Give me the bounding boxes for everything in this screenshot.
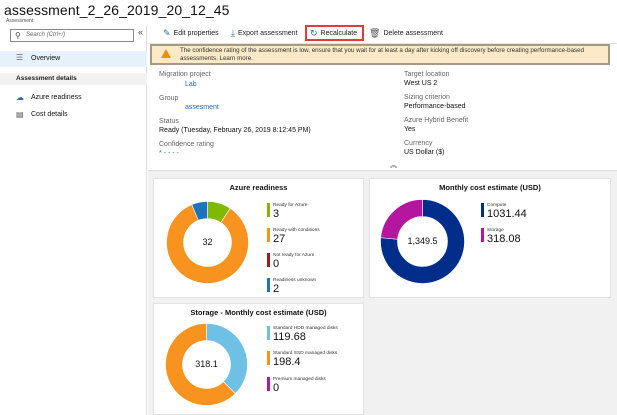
legend-value: 2 (273, 283, 280, 295)
legend-swatch (267, 228, 270, 242)
legend-swatch (267, 253, 270, 267)
collapse-sidebar-button[interactable]: « (138, 27, 143, 37)
refresh-icon: ↻ (310, 27, 318, 38)
legend-swatch (267, 203, 270, 217)
status-label: Status (159, 118, 179, 125)
group-link[interactable]: assesment (185, 104, 219, 111)
edit-properties-label: Edit properties (173, 29, 219, 37)
sidebar-item-azure-readiness[interactable]: ☁ Azure readiness (16, 93, 144, 105)
sidebar-section-title: Assessment details (16, 75, 77, 82)
export-assessment-button[interactable]: ⤓ Export assessment (231, 25, 298, 41)
collapse-essentials-chevron-icon[interactable]: ︽ (390, 160, 397, 170)
legend-value: 119.68 (273, 331, 306, 343)
migration-project-link[interactable]: Lab (185, 81, 197, 88)
chart-title: Azure readiness (229, 183, 288, 192)
legend-swatch (267, 278, 270, 292)
legend-label: Readiness unknown (273, 278, 317, 283)
delete-assessment-button[interactable]: 🗑 Delete assessment (369, 25, 443, 41)
chart-title: Storage - Monthly cost estimate (USD) (190, 308, 327, 317)
export-assessment-label: Export assessment (237, 29, 298, 37)
hybrid-benefit-value: Yes (404, 126, 416, 133)
legend-value: 1031.44 (487, 208, 527, 220)
page-title: assessment_2_26_2019_20_12_45 (4, 2, 230, 18)
sidebar-item-label: Cost details (31, 111, 68, 118)
sidebar-item-cost-details[interactable]: ▤ Cost details (16, 110, 144, 122)
donut-center-label: 318.1 (195, 359, 218, 369)
sizing-criterion-label: Sizing criterion (404, 94, 450, 101)
migration-project-label: Migration project (159, 71, 211, 78)
storage-cost-donut: 318.1 (165, 323, 248, 406)
sidebar-item-label: Overview (31, 55, 61, 62)
search-input[interactable]: ⚲ Search (Ctrl+/) (10, 29, 134, 42)
sizing-criterion-value: Performance-based (404, 103, 466, 110)
legend-swatch (267, 326, 270, 340)
donut-center-label: 32 (202, 237, 212, 247)
confidence-rating-link[interactable]: * - - - - (159, 150, 179, 157)
page-subtitle: Assessment (6, 18, 34, 24)
legend-swatch (267, 377, 270, 391)
pencil-icon: ✎ (163, 27, 171, 38)
warning-text: The confidence rating of the assessment … (180, 47, 585, 62)
legend-swatch (481, 228, 484, 242)
legend-value: 3 (273, 208, 280, 220)
donut-segment-storage[interactable] (380, 199, 423, 240)
overview-icon: ☰ (16, 53, 24, 62)
azure-readiness-icon: ☁ (16, 93, 24, 102)
delete-assessment-label: Delete assessment (383, 29, 443, 37)
confidence-label: Confidence rating (159, 141, 214, 148)
status-value: Ready (Tuesday, February 26, 2019 8:12:4… (159, 127, 311, 134)
legend-swatch (481, 203, 484, 217)
search-icon: ⚲ (15, 31, 21, 40)
cost-details-icon: ▤ (16, 110, 24, 119)
warning-icon (161, 49, 171, 58)
sidebar-section-header: Assessment details (0, 73, 147, 85)
legend-value: 27 (273, 233, 286, 245)
currency-value: US Dollar ($) (404, 149, 445, 156)
currency-label: Currency (404, 140, 433, 147)
sidebar-item-overview[interactable]: ☰ Overview (0, 51, 147, 67)
legend-value: 0 (273, 258, 280, 270)
azure-readiness-donut: 32 (166, 201, 249, 284)
edit-properties-button[interactable]: ✎ Edit properties (163, 25, 219, 41)
trash-icon: 🗑 (369, 27, 381, 38)
target-location-value: West US 2 (404, 80, 438, 87)
legend-value: 318.08 (487, 233, 521, 245)
chart-title: Monthly cost estimate (USD) (439, 183, 541, 192)
legend-value: 0 (273, 382, 280, 394)
sidebar-item-label: Azure readiness (31, 94, 82, 101)
legend-label: Not ready for Azure (273, 253, 315, 258)
group-label: Group (159, 95, 179, 102)
monthly-cost-donut: 1,349.5 (380, 199, 465, 284)
recalculate-button[interactable]: ↻ Recalculate (305, 25, 365, 41)
donut-center-label: 1,349.5 (407, 236, 437, 246)
target-location-label: Target location (404, 71, 450, 78)
warning-banner[interactable]: The confidence rating of the assessment … (150, 44, 610, 65)
recalculate-label: Recalculate (320, 29, 358, 37)
legend-value: 198.4 (273, 356, 301, 368)
download-icon: ⤓ (231, 27, 235, 38)
legend-swatch (267, 351, 270, 365)
legend-label: Premium managed disks (273, 377, 326, 382)
hybrid-benefit-label: Azure Hybrid Benefit (404, 117, 469, 124)
search-placeholder: Search (Ctrl+/) (26, 32, 66, 38)
